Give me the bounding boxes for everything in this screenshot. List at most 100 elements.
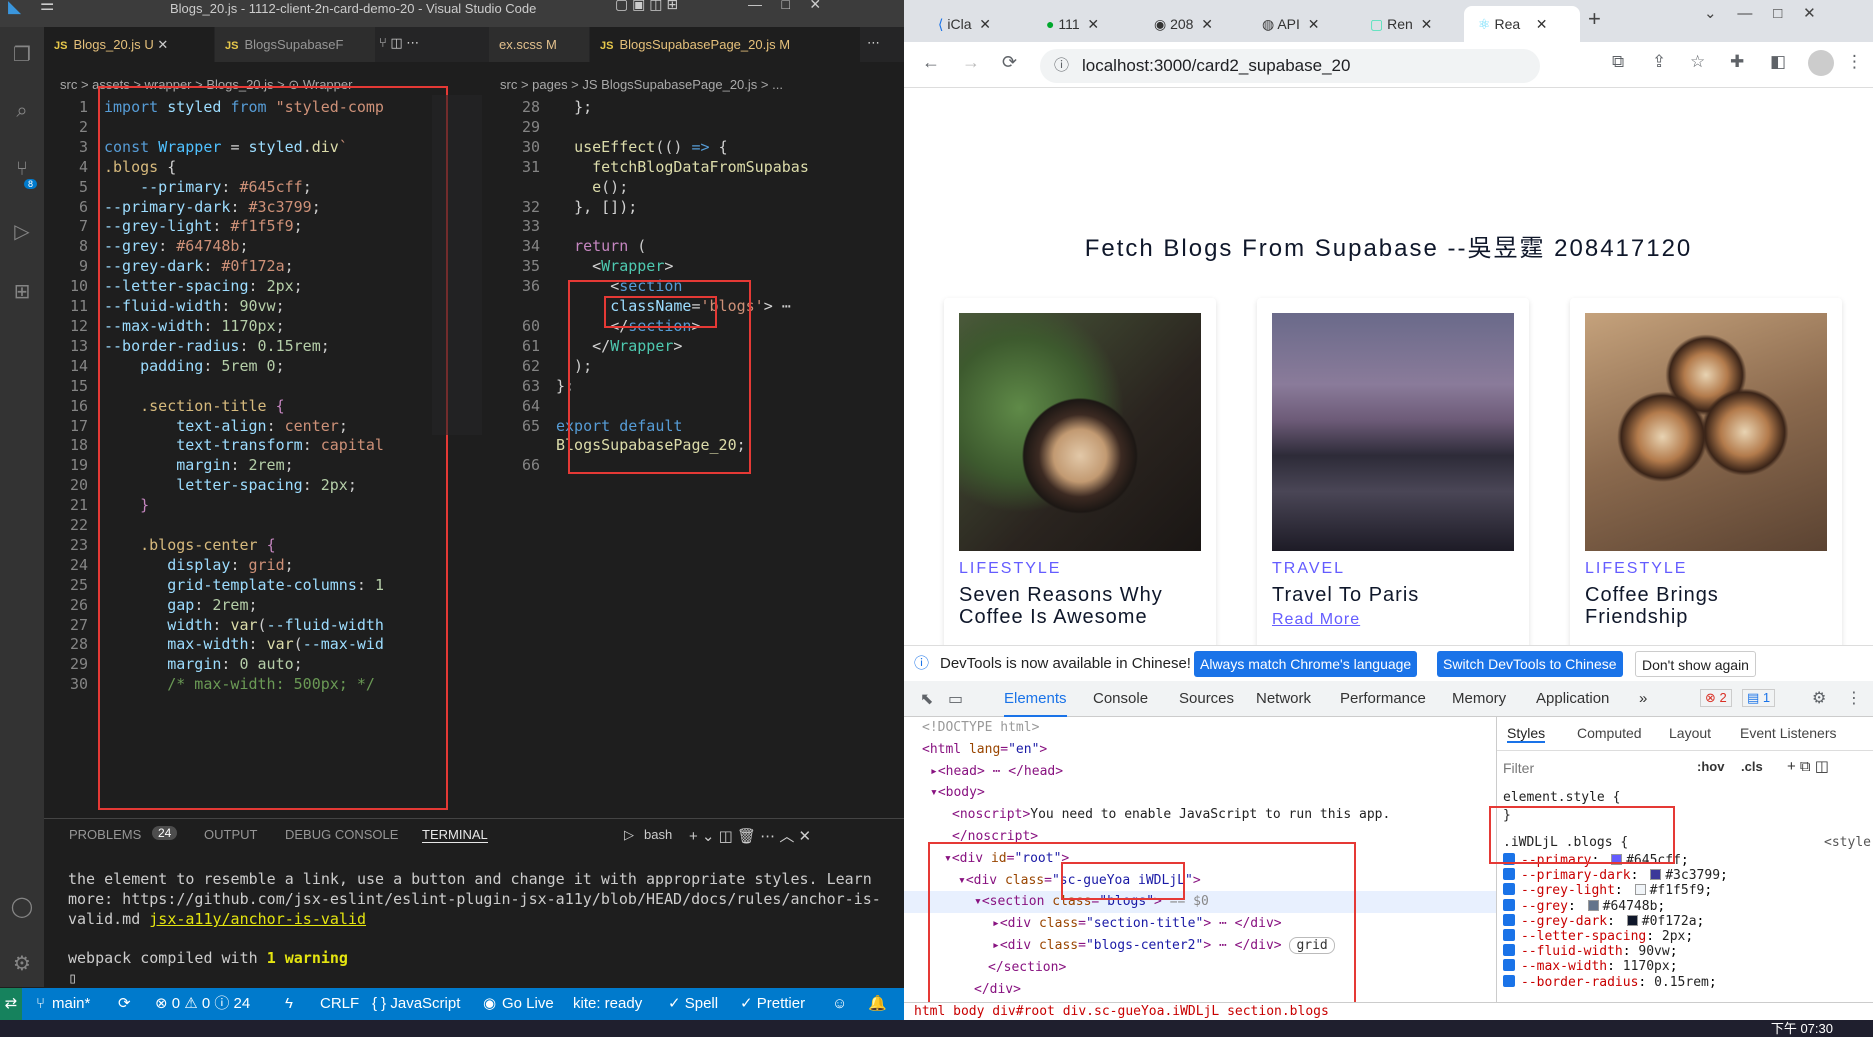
dom-breadcrumb[interactable]: html body div#root div.sc-gueYoa.iWDLjL …: [904, 1002, 1873, 1020]
tab-application[interactable]: Application: [1536, 681, 1609, 717]
style-prop[interactable]: --fluid-width: 90vw;: [1503, 944, 1873, 959]
chrome-tab[interactable]: ▢ Ren ✕: [1356, 6, 1460, 42]
bottom-panel: PROBLEMS 24 OUTPUT DEBUG CONSOLE TERMINA…: [44, 818, 904, 988]
chrome-tab[interactable]: ◉ 208 ✕: [1140, 6, 1244, 42]
share-icon[interactable]: ⇪: [1652, 52, 1666, 72]
reload-icon[interactable]: ⟳: [1002, 52, 1017, 73]
rule-source[interactable]: <style: [1824, 835, 1871, 850]
back-icon[interactable]: ←: [922, 52, 940, 73]
device-toolbar-icon[interactable]: ▭: [948, 689, 963, 709]
tab-output[interactable]: OUTPUT: [204, 827, 257, 842]
terminal-shell[interactable]: bash: [644, 827, 672, 842]
devtools-menu-icon[interactable]: ⋮: [1846, 688, 1862, 708]
chrome-menu-icon[interactable]: ⋮: [1846, 52, 1863, 72]
account-icon[interactable]: ◯: [8, 892, 36, 920]
bookmark-star-icon[interactable]: ☆: [1690, 52, 1705, 72]
prettier-status[interactable]: ✓ Prettier: [740, 988, 805, 1020]
tab-event-listeners[interactable]: Event Listeners: [1740, 725, 1837, 741]
tab-memory[interactable]: Memory: [1452, 681, 1506, 717]
cls-toggle[interactable]: .cls: [1741, 759, 1763, 774]
extensions-icon[interactable]: ⊞: [8, 277, 36, 305]
go-live-button[interactable]: Go Live: [502, 988, 554, 1020]
settings-gear-icon[interactable]: ⚙: [8, 949, 36, 977]
style-prop[interactable]: --primary-dark: #3c3799;: [1503, 868, 1873, 883]
style-prop[interactable]: --border-radius: 0.15rem;: [1503, 974, 1873, 990]
forward-icon[interactable]: →: [962, 52, 980, 73]
tab-terminal[interactable]: TERMINAL: [422, 827, 488, 843]
chrome-tab-active[interactable]: ⚛ Rea ✕: [1464, 6, 1580, 42]
chrome-tab[interactable]: ● 111 ✕: [1032, 6, 1136, 42]
address-bar[interactable]: ⓘ localhost:3000/card2_supabase_20: [1040, 49, 1540, 83]
window-controls[interactable]: — □ ✕: [748, 0, 821, 13]
problems-status[interactable]: ⊗ 0 ⚠ 0 ⓘ 24: [155, 988, 250, 1020]
tab-sources[interactable]: Sources: [1179, 681, 1234, 717]
tab-performance[interactable]: Performance: [1340, 681, 1426, 717]
menu-icon[interactable]: ☰: [40, 0, 54, 15]
feedback-icon[interactable]: ☺: [832, 988, 847, 1020]
style-prop[interactable]: --grey-dark: #0f172a;: [1503, 913, 1873, 929]
explorer-icon[interactable]: ❐: [8, 40, 36, 68]
style-prop[interactable]: --letter-spacing: 2px;: [1503, 929, 1873, 944]
search-icon[interactable]: ⌕: [8, 97, 36, 125]
read-more-link[interactable]: Read More: [1272, 611, 1360, 629]
new-rule-icon[interactable]: + ⧉ ◫: [1787, 757, 1829, 775]
terminal-rule-link[interactable]: jsx-a11y/anchor-is-valid: [149, 910, 366, 928]
sync-icon[interactable]: ⟳: [118, 988, 131, 1020]
match-language-button[interactable]: Always match Chrome's language: [1194, 651, 1418, 677]
run-debug-icon[interactable]: ▷: [8, 217, 36, 245]
tab-styles[interactable]: Styles: [1507, 725, 1546, 743]
dom-line[interactable]: ▸<head> ⋯ </head>: [904, 761, 1496, 783]
branch-name[interactable]: main*: [52, 988, 90, 1020]
language-mode[interactable]: { } JavaScript: [372, 988, 460, 1020]
terminal-cursor[interactable]: ▯: [68, 968, 898, 988]
tab-console[interactable]: Console: [1093, 681, 1148, 717]
split-editor-icon[interactable]: ⑂ ◫ ⋯: [379, 35, 419, 51]
inspect-element-icon[interactable]: ⬉: [920, 689, 933, 709]
dom-line[interactable]: <!DOCTYPE html>: [904, 717, 1496, 739]
tab-computed[interactable]: Computed: [1577, 725, 1642, 741]
url-text: localhost:3000/card2_supabase_20: [1082, 56, 1351, 75]
more-actions-icon[interactable]: ⋯: [867, 35, 880, 51]
style-prop[interactable]: --max-width: 1170px;: [1503, 959, 1873, 974]
switch-to-chinese-button[interactable]: Switch DevTools to Chinese: [1437, 651, 1623, 677]
line-ending[interactable]: CRLF: [320, 988, 359, 1020]
tab-blogs-20[interactable]: JS Blogs_20.js U ✕: [44, 27, 214, 62]
tab-elements[interactable]: Elements: [1004, 681, 1067, 717]
chrome-tab[interactable]: ⟨ iCla ✕: [924, 6, 1028, 42]
messages-badge[interactable]: ▤ 1: [1742, 689, 1776, 707]
tab-problems[interactable]: PROBLEMS: [69, 827, 141, 842]
notification-bell-icon[interactable]: 🔔: [868, 988, 887, 1020]
chrome-tab[interactable]: ◍ API ✕: [1248, 6, 1352, 42]
dom-line[interactable]: ▾<body>: [904, 782, 1496, 804]
tab-blogs-supabase[interactable]: JS BlogsSupabaseF: [215, 27, 375, 62]
style-prop[interactable]: --grey-light: #f1f5f9;: [1503, 883, 1873, 898]
spell-status[interactable]: ✓ Spell: [668, 988, 718, 1020]
site-info-icon[interactable]: ⓘ: [1054, 49, 1069, 83]
tab-index-scss[interactable]: ex.scss M: [489, 27, 589, 62]
chrome-window-controls[interactable]: ⌄ — □ ✕: [1704, 4, 1816, 22]
remote-icon[interactable]: ⇄: [0, 988, 22, 1020]
dom-breadcrumb-text[interactable]: html body div#root div.sc-gueYoa.iWDLjL …: [904, 1004, 1329, 1019]
new-tab-button[interactable]: +: [1588, 6, 1601, 32]
right-breadcrumb[interactable]: src > pages > JS BlogsSupabasePage_20.js…: [500, 74, 900, 96]
dom-line[interactable]: <html lang="en">: [904, 739, 1496, 761]
tab-blogs-supabase-page[interactable]: JS BlogsSupabasePage_20.js M: [590, 27, 860, 62]
style-prop[interactable]: --grey: #64748b;: [1503, 898, 1873, 914]
tab-network[interactable]: Network: [1256, 681, 1311, 717]
devtools-settings-icon[interactable]: ⚙: [1812, 688, 1826, 708]
dom-line[interactable]: <noscript>You need to enable JavaScript …: [904, 804, 1496, 826]
tab-debug-console[interactable]: DEBUG CONSOLE: [285, 827, 398, 842]
errors-badge[interactable]: ⊗ 2: [1700, 689, 1732, 707]
hov-toggle[interactable]: :hov: [1697, 759, 1724, 774]
tab-layout[interactable]: Layout: [1669, 725, 1711, 741]
terminal-actions-icon[interactable]: + ⌄ ◫ 🗑 ⋯ ︿ ✕: [689, 825, 811, 846]
more-tabs-icon[interactable]: »: [1639, 681, 1647, 717]
translate-icon[interactable]: ⧉: [1612, 52, 1624, 72]
dont-show-again-button[interactable]: Don't show again: [1635, 651, 1756, 677]
profile-avatar[interactable]: [1808, 50, 1834, 76]
extensions-puzzle-icon[interactable]: ✚: [1730, 52, 1744, 72]
layout-icon[interactable]: ▢ ▣ ◫ ⊞: [615, 0, 678, 13]
kite-status[interactable]: kite: ready: [573, 988, 642, 1020]
styles-filter-input[interactable]: Filter: [1503, 757, 1643, 779]
side-panel-icon[interactable]: ◧: [1770, 52, 1786, 72]
